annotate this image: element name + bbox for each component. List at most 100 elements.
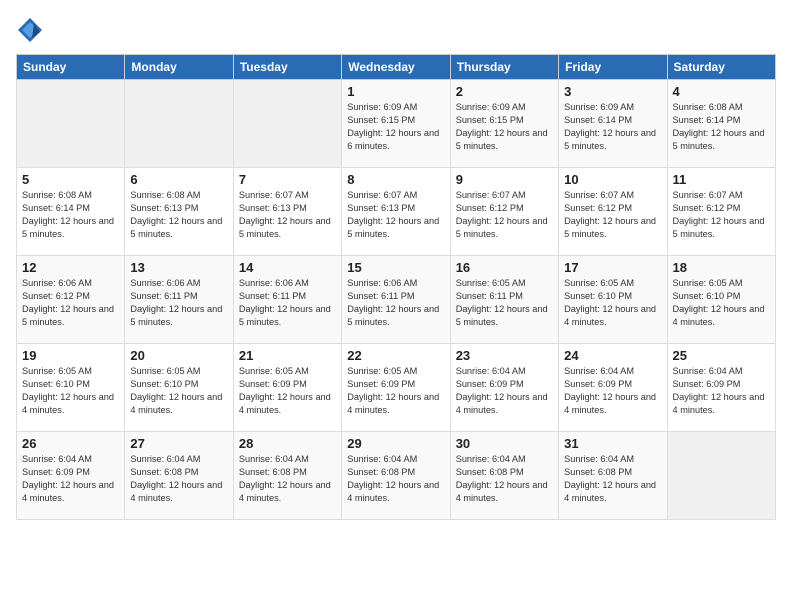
day-info: Sunrise: 6:04 AM Sunset: 6:09 PM Dayligh… bbox=[456, 365, 553, 417]
day-info: Sunrise: 6:08 AM Sunset: 6:14 PM Dayligh… bbox=[673, 101, 770, 153]
day-cell: 31 Sunrise: 6:04 AM Sunset: 6:08 PM Dayli… bbox=[559, 432, 667, 520]
day-number: 5 bbox=[22, 172, 119, 187]
day-number: 6 bbox=[130, 172, 227, 187]
day-cell: 23 Sunrise: 6:04 AM Sunset: 6:09 PM Dayli… bbox=[450, 344, 558, 432]
day-number: 28 bbox=[239, 436, 336, 451]
day-number: 2 bbox=[456, 84, 553, 99]
day-cell: 13Sunrise: 6:06 AM Sunset: 6:11 PM Dayli… bbox=[125, 256, 233, 344]
day-number: 30 bbox=[456, 436, 553, 451]
day-cell: 20Sunrise: 6:05 AM Sunset: 6:10 PM Dayli… bbox=[125, 344, 233, 432]
week-row-4: 19Sunrise: 6:05 AM Sunset: 6:10 PM Dayli… bbox=[17, 344, 776, 432]
day-number: 20 bbox=[130, 348, 227, 363]
day-cell: 9 Sunrise: 6:07 AM Sunset: 6:12 PM Daylig… bbox=[450, 168, 558, 256]
day-info: Sunrise: 6:04 AM Sunset: 6:08 PM Dayligh… bbox=[456, 453, 553, 505]
day-number: 18 bbox=[673, 260, 770, 275]
logo bbox=[16, 16, 48, 44]
day-number: 16 bbox=[456, 260, 553, 275]
day-info: Sunrise: 6:09 AM Sunset: 6:15 PM Dayligh… bbox=[347, 101, 444, 153]
day-number: 23 bbox=[456, 348, 553, 363]
header-row: SundayMondayTuesdayWednesdayThursdayFrid… bbox=[17, 55, 776, 80]
day-cell bbox=[667, 432, 775, 520]
day-number: 17 bbox=[564, 260, 661, 275]
day-number: 7 bbox=[239, 172, 336, 187]
col-header-monday: Monday bbox=[125, 55, 233, 80]
day-info: Sunrise: 6:05 AM Sunset: 6:11 PM Dayligh… bbox=[456, 277, 553, 329]
day-info: Sunrise: 6:08 AM Sunset: 6:14 PM Dayligh… bbox=[22, 189, 119, 241]
day-info: Sunrise: 6:04 AM Sunset: 6:09 PM Dayligh… bbox=[564, 365, 661, 417]
day-cell: 29 Sunrise: 6:04 AM Sunset: 6:08 PM Dayli… bbox=[342, 432, 450, 520]
col-header-saturday: Saturday bbox=[667, 55, 775, 80]
day-cell: 15 Sunrise: 6:06 AM Sunset: 6:11 PM Dayli… bbox=[342, 256, 450, 344]
week-row-2: 5 Sunrise: 6:08 AM Sunset: 6:14 PM Daylig… bbox=[17, 168, 776, 256]
col-header-thursday: Thursday bbox=[450, 55, 558, 80]
day-cell bbox=[125, 80, 233, 168]
day-number: 9 bbox=[456, 172, 553, 187]
day-cell: 10 Sunrise: 6:07 AM Sunset: 6:12 PM Dayli… bbox=[559, 168, 667, 256]
day-cell: 5 Sunrise: 6:08 AM Sunset: 6:14 PM Daylig… bbox=[17, 168, 125, 256]
calendar-header: SundayMondayTuesdayWednesdayThursdayFrid… bbox=[17, 55, 776, 80]
day-number: 3 bbox=[564, 84, 661, 99]
day-cell: 6 Sunrise: 6:08 AM Sunset: 6:13 PM Daylig… bbox=[125, 168, 233, 256]
day-info: Sunrise: 6:04 AM Sunset: 6:08 PM Dayligh… bbox=[347, 453, 444, 505]
day-info: Sunrise: 6:09 AM Sunset: 6:15 PM Dayligh… bbox=[456, 101, 553, 153]
day-info: Sunrise: 6:06 AM Sunset: 6:12 PM Dayligh… bbox=[22, 277, 119, 329]
day-info: Sunrise: 6:04 AM Sunset: 6:08 PM Dayligh… bbox=[130, 453, 227, 505]
day-info: Sunrise: 6:09 AM Sunset: 6:14 PM Dayligh… bbox=[564, 101, 661, 153]
day-cell: 4 Sunrise: 6:08 AM Sunset: 6:14 PM Daylig… bbox=[667, 80, 775, 168]
day-number: 29 bbox=[347, 436, 444, 451]
day-info: Sunrise: 6:08 AM Sunset: 6:13 PM Dayligh… bbox=[130, 189, 227, 241]
col-header-tuesday: Tuesday bbox=[233, 55, 341, 80]
day-info: Sunrise: 6:05 AM Sunset: 6:10 PM Dayligh… bbox=[22, 365, 119, 417]
day-number: 11 bbox=[673, 172, 770, 187]
day-cell: 1 Sunrise: 6:09 AM Sunset: 6:15 PM Daylig… bbox=[342, 80, 450, 168]
day-cell: 26Sunrise: 6:04 AM Sunset: 6:09 PM Dayli… bbox=[17, 432, 125, 520]
day-info: Sunrise: 6:05 AM Sunset: 6:10 PM Dayligh… bbox=[673, 277, 770, 329]
day-number: 1 bbox=[347, 84, 444, 99]
day-info: Sunrise: 6:06 AM Sunset: 6:11 PM Dayligh… bbox=[347, 277, 444, 329]
day-number: 31 bbox=[564, 436, 661, 451]
day-cell: 19Sunrise: 6:05 AM Sunset: 6:10 PM Dayli… bbox=[17, 344, 125, 432]
day-number: 25 bbox=[673, 348, 770, 363]
day-cell: 7 Sunrise: 6:07 AM Sunset: 6:13 PM Daylig… bbox=[233, 168, 341, 256]
day-cell: 14Sunrise: 6:06 AM Sunset: 6:11 PM Dayli… bbox=[233, 256, 341, 344]
day-info: Sunrise: 6:07 AM Sunset: 6:12 PM Dayligh… bbox=[673, 189, 770, 241]
day-info: Sunrise: 6:04 AM Sunset: 6:09 PM Dayligh… bbox=[673, 365, 770, 417]
day-info: Sunrise: 6:04 AM Sunset: 6:09 PM Dayligh… bbox=[22, 453, 119, 505]
calendar-table: SundayMondayTuesdayWednesdayThursdayFrid… bbox=[16, 54, 776, 520]
day-cell: 17 Sunrise: 6:05 AM Sunset: 6:10 PM Dayli… bbox=[559, 256, 667, 344]
day-cell bbox=[233, 80, 341, 168]
day-cell: 12 Sunrise: 6:06 AM Sunset: 6:12 PM Dayli… bbox=[17, 256, 125, 344]
week-row-5: 26Sunrise: 6:04 AM Sunset: 6:09 PM Dayli… bbox=[17, 432, 776, 520]
day-number: 27 bbox=[130, 436, 227, 451]
day-cell: 24 Sunrise: 6:04 AM Sunset: 6:09 PM Dayli… bbox=[559, 344, 667, 432]
day-info: Sunrise: 6:06 AM Sunset: 6:11 PM Dayligh… bbox=[239, 277, 336, 329]
day-number: 15 bbox=[347, 260, 444, 275]
day-info: Sunrise: 6:07 AM Sunset: 6:13 PM Dayligh… bbox=[239, 189, 336, 241]
day-cell: 22Sunrise: 6:05 AM Sunset: 6:09 PM Dayli… bbox=[342, 344, 450, 432]
logo-icon bbox=[16, 16, 44, 44]
page-header bbox=[16, 16, 776, 44]
day-info: Sunrise: 6:05 AM Sunset: 6:10 PM Dayligh… bbox=[564, 277, 661, 329]
day-info: Sunrise: 6:07 AM Sunset: 6:13 PM Dayligh… bbox=[347, 189, 444, 241]
day-cell: 11 Sunrise: 6:07 AM Sunset: 6:12 PM Dayli… bbox=[667, 168, 775, 256]
day-info: Sunrise: 6:07 AM Sunset: 6:12 PM Dayligh… bbox=[564, 189, 661, 241]
day-cell: 3 Sunrise: 6:09 AM Sunset: 6:14 PM Daylig… bbox=[559, 80, 667, 168]
day-number: 22 bbox=[347, 348, 444, 363]
day-info: Sunrise: 6:04 AM Sunset: 6:08 PM Dayligh… bbox=[564, 453, 661, 505]
day-number: 21 bbox=[239, 348, 336, 363]
day-cell: 16 Sunrise: 6:05 AM Sunset: 6:11 PM Dayli… bbox=[450, 256, 558, 344]
day-info: Sunrise: 6:05 AM Sunset: 6:09 PM Dayligh… bbox=[239, 365, 336, 417]
day-number: 12 bbox=[22, 260, 119, 275]
day-number: 10 bbox=[564, 172, 661, 187]
day-cell: 25 Sunrise: 6:04 AM Sunset: 6:09 PM Dayli… bbox=[667, 344, 775, 432]
day-number: 8 bbox=[347, 172, 444, 187]
day-cell: 8 Sunrise: 6:07 AM Sunset: 6:13 PM Daylig… bbox=[342, 168, 450, 256]
week-row-3: 12 Sunrise: 6:06 AM Sunset: 6:12 PM Dayli… bbox=[17, 256, 776, 344]
day-info: Sunrise: 6:07 AM Sunset: 6:12 PM Dayligh… bbox=[456, 189, 553, 241]
day-cell: 21 Sunrise: 6:05 AM Sunset: 6:09 PM Dayli… bbox=[233, 344, 341, 432]
col-header-wednesday: Wednesday bbox=[342, 55, 450, 80]
day-info: Sunrise: 6:06 AM Sunset: 6:11 PM Dayligh… bbox=[130, 277, 227, 329]
day-number: 24 bbox=[564, 348, 661, 363]
week-row-1: 1 Sunrise: 6:09 AM Sunset: 6:15 PM Daylig… bbox=[17, 80, 776, 168]
day-number: 4 bbox=[673, 84, 770, 99]
